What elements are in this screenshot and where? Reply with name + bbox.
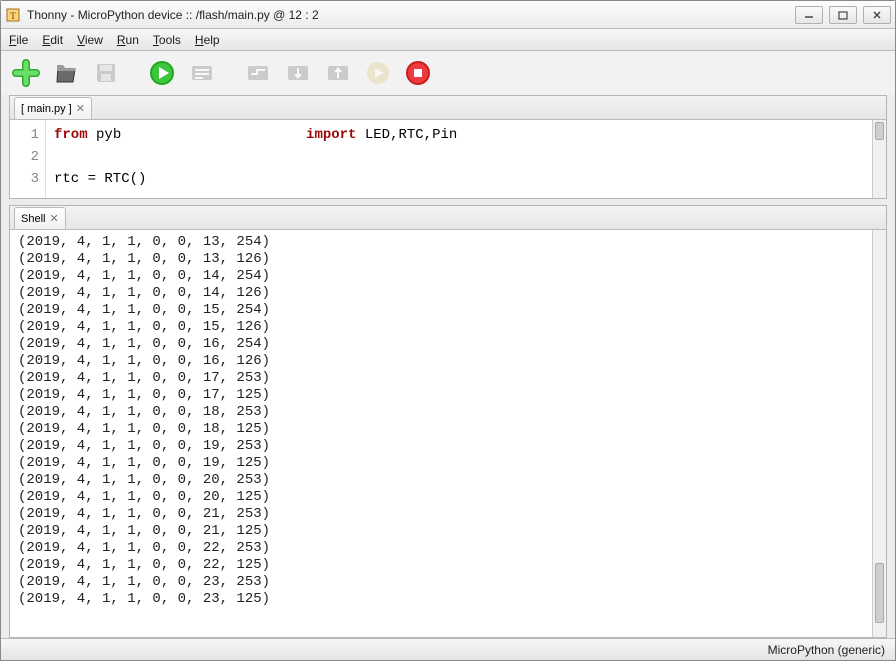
shell-body: (2019, 4, 1, 1, 0, 0, 13, 254) (2019, 4,…	[10, 230, 886, 637]
step-over-button[interactable]	[243, 58, 273, 88]
line-number: 1	[10, 124, 39, 146]
editor-body: 1 2 3 from pyb import LED,RTC,Pin rtc = …	[10, 120, 886, 198]
editor-tabstrip: [ main.py ] ✕	[10, 96, 886, 120]
app-window: T Thonny - MicroPython device :: /flash/…	[0, 0, 896, 661]
resume-button[interactable]	[363, 58, 393, 88]
code-token: rtc = RTC()	[54, 171, 146, 187]
menu-file[interactable]: File	[9, 33, 28, 47]
step-over-icon	[245, 60, 271, 86]
editor-tab-label: [ main.py ]	[21, 103, 72, 115]
maximize-icon	[838, 10, 848, 20]
menu-edit[interactable]: Edit	[42, 33, 63, 47]
debug-button[interactable]	[187, 58, 217, 88]
shell-tab[interactable]: Shell ✕	[14, 207, 66, 229]
play-icon	[148, 59, 176, 87]
close-icon	[872, 10, 882, 20]
close-button[interactable]	[863, 6, 891, 24]
shell-panel: Shell ✕ (2019, 4, 1, 1, 0, 0, 13, 254) (…	[9, 205, 887, 638]
scrollbar-thumb[interactable]	[875, 122, 884, 140]
resume-icon	[364, 59, 392, 87]
code-token: from	[54, 127, 88, 143]
backend-label[interactable]: MicroPython (generic)	[768, 643, 885, 657]
code-token: pyb	[88, 127, 306, 143]
maximize-button[interactable]	[829, 6, 857, 24]
run-button[interactable]	[147, 58, 177, 88]
code-editor[interactable]: from pyb import LED,RTC,Pin rtc = RTC()	[46, 120, 872, 198]
new-file-button[interactable]	[11, 58, 41, 88]
save-icon	[94, 61, 118, 85]
shell-scrollbar[interactable]	[872, 230, 886, 637]
line-number: 3	[10, 168, 39, 190]
shell-output[interactable]: (2019, 4, 1, 1, 0, 0, 13, 254) (2019, 4,…	[10, 230, 872, 637]
shell-tab-close[interactable]: ✕	[49, 212, 58, 225]
editor-scrollbar[interactable]	[872, 120, 886, 198]
menu-tools[interactable]: Tools	[153, 33, 181, 47]
editor-tab-close[interactable]: ✕	[76, 102, 85, 115]
svg-text:T: T	[10, 11, 16, 21]
code-token: LED,RTC,Pin	[356, 127, 457, 143]
stop-button[interactable]	[403, 58, 433, 88]
step-out-icon	[325, 60, 351, 86]
step-into-icon	[285, 60, 311, 86]
scrollbar-thumb[interactable]	[875, 563, 884, 623]
step-out-button[interactable]	[323, 58, 353, 88]
editor-tab[interactable]: [ main.py ] ✕	[14, 97, 92, 119]
shell-tabstrip: Shell ✕	[10, 206, 886, 230]
menubar: File Edit View Run Tools Help	[1, 29, 895, 51]
open-icon	[53, 60, 79, 86]
plus-icon	[12, 59, 40, 87]
open-file-button[interactable]	[51, 58, 81, 88]
window-title: Thonny - MicroPython device :: /flash/ma…	[27, 8, 795, 22]
step-into-button[interactable]	[283, 58, 313, 88]
editor-panel: [ main.py ] ✕ 1 2 3 from pyb import LED,…	[9, 95, 887, 199]
window-controls	[795, 6, 891, 24]
stop-icon	[404, 59, 432, 87]
menu-run[interactable]: Run	[117, 33, 139, 47]
app-icon: T	[5, 7, 21, 23]
titlebar: T Thonny - MicroPython device :: /flash/…	[1, 1, 895, 29]
line-gutter: 1 2 3	[10, 120, 46, 198]
toolbar	[1, 51, 895, 95]
save-file-button[interactable]	[91, 58, 121, 88]
statusbar: MicroPython (generic)	[1, 638, 895, 660]
menu-view[interactable]: View	[77, 33, 103, 47]
line-number: 2	[10, 146, 39, 168]
shell-tab-label: Shell	[21, 213, 45, 225]
debug-icon	[189, 60, 215, 86]
code-token: import	[306, 127, 356, 143]
minimize-button[interactable]	[795, 6, 823, 24]
minimize-icon	[804, 10, 814, 20]
menu-help[interactable]: Help	[195, 33, 220, 47]
